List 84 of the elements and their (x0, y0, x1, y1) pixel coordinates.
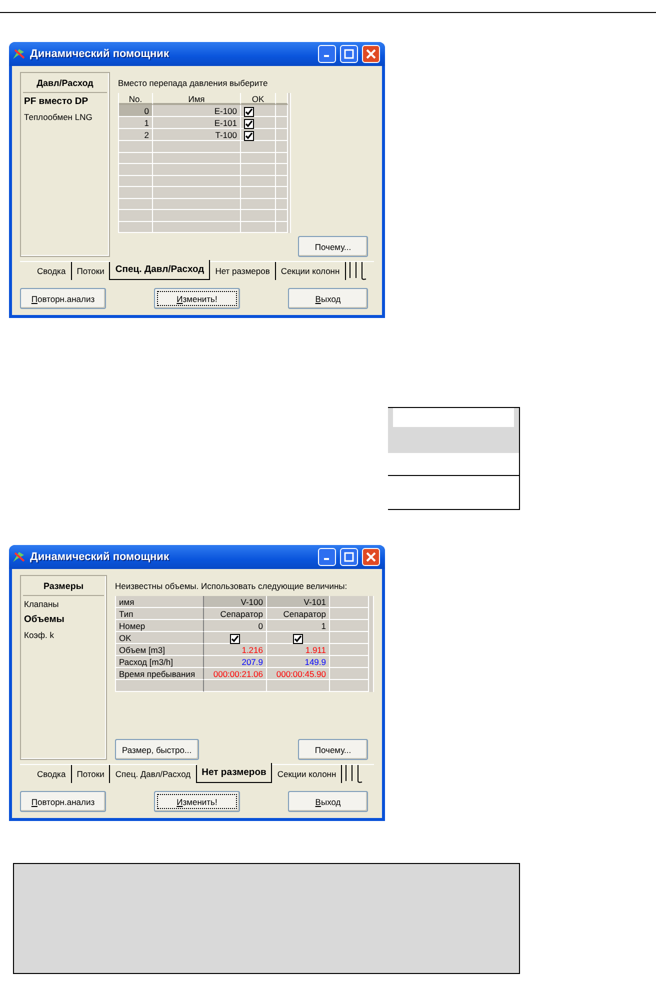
sidebar-item[interactable]: Коэф. k (21, 627, 106, 642)
table-cell (276, 198, 288, 210)
row-header: имя (116, 596, 204, 608)
row-header: Расход [m3/h] (116, 656, 204, 668)
table-cell: 1.911 (267, 644, 330, 656)
action-button[interactable]: Почему... (298, 739, 368, 760)
table-cell: 000:00:45.90 (267, 668, 330, 680)
minimize-icon[interactable] (318, 548, 336, 566)
sidebar-heading: Размеры (23, 576, 104, 596)
table-cell: 0 (204, 620, 267, 632)
app-icon (12, 550, 26, 564)
row-header: OK (116, 632, 204, 644)
prompt-text: Неизвестны объемы. Использовать следующие величины: (115, 581, 348, 591)
checkbox[interactable] (244, 130, 254, 141)
sidebar-item[interactable]: Клапаны (21, 596, 106, 611)
checkbox[interactable] (244, 118, 254, 129)
checkbox[interactable] (293, 634, 303, 644)
table-cell (276, 210, 288, 222)
row-header: Время пребывания (116, 668, 204, 680)
checkbox[interactable] (244, 106, 254, 117)
table-cell: Сепаратор (204, 608, 267, 620)
sidebar-item[interactable]: PF вместо DP (21, 93, 109, 109)
app-icon (12, 47, 26, 61)
dialog-button[interactable]: Выход (288, 288, 368, 309)
table-cell (241, 222, 276, 233)
sidebar-heading: Давл/Расход (23, 73, 107, 93)
action-button[interactable]: Размер, быстро... (115, 739, 199, 760)
dialog-button[interactable]: Изменить! (154, 791, 240, 812)
table-cell (276, 152, 288, 164)
sidebar-item[interactable]: Теплообмен LNG (21, 109, 109, 124)
table-cell (330, 620, 369, 632)
window-title: Динамический помощник (30, 48, 170, 60)
dialog-button[interactable]: Повторн.анализ (20, 791, 106, 812)
table-cell (241, 210, 276, 222)
table-cell (276, 141, 288, 152)
table-cell (241, 187, 276, 198)
table-cell: 2 (119, 129, 153, 141)
sidebar-item[interactable]: Объемы (21, 611, 106, 627)
table-cell (330, 608, 369, 620)
row-header: Тип (116, 608, 204, 620)
table-cell (241, 152, 276, 164)
table-cell: V-101 (267, 596, 330, 608)
table-cell: V-100 (204, 596, 267, 608)
table-cell (330, 668, 369, 680)
window-title: Динамический помощник (30, 551, 170, 563)
table-cell: 149.9 (267, 656, 330, 668)
table-cell: 1 (267, 620, 330, 632)
prompt-text: Вместо перепада давления выберите (118, 78, 269, 88)
tab[interactable]: Нет размеров (196, 763, 272, 783)
minimize-icon[interactable] (318, 45, 336, 63)
close-icon[interactable] (362, 548, 380, 566)
table-cell (204, 680, 267, 692)
table-cell (276, 164, 288, 176)
column-header[interactable]: Имя (153, 93, 241, 105)
row-header: Номер (116, 620, 204, 632)
table-cell: E-101 (153, 117, 241, 129)
table-cell (330, 644, 369, 656)
table-cell: T-100 (153, 129, 241, 141)
table-cell: 1.216 (204, 644, 267, 656)
table-cell (276, 176, 288, 187)
table-cell (267, 680, 330, 692)
table-cell (330, 656, 369, 668)
close-icon[interactable] (362, 45, 380, 63)
table-cell: 1 (119, 117, 153, 129)
checkbox[interactable] (230, 634, 240, 644)
table-cell: E-100 (153, 105, 241, 117)
maximize-icon[interactable] (340, 45, 358, 63)
table-cell (241, 176, 276, 187)
table-cell: 000:00:21.06 (204, 668, 267, 680)
dialog-button[interactable]: Повторн.анализ (20, 288, 106, 309)
column-header[interactable]: No. (119, 93, 153, 105)
table-cell: 207.9 (204, 656, 267, 668)
table-cell (241, 198, 276, 210)
maximize-icon[interactable] (340, 548, 358, 566)
table-cell: 0 (119, 105, 153, 117)
row-header: Объем [m3] (116, 644, 204, 656)
dialog-button[interactable]: Выход (288, 791, 368, 812)
table-cell: Сепаратор (267, 608, 330, 620)
dialog-button[interactable]: Изменить! (154, 288, 240, 309)
action-button[interactable]: Почему... (298, 236, 368, 257)
column-header[interactable]: OK (241, 93, 276, 105)
tab[interactable]: Спец. Давл/Расход (110, 260, 210, 280)
table-cell (276, 187, 288, 198)
table-cell (241, 164, 276, 176)
